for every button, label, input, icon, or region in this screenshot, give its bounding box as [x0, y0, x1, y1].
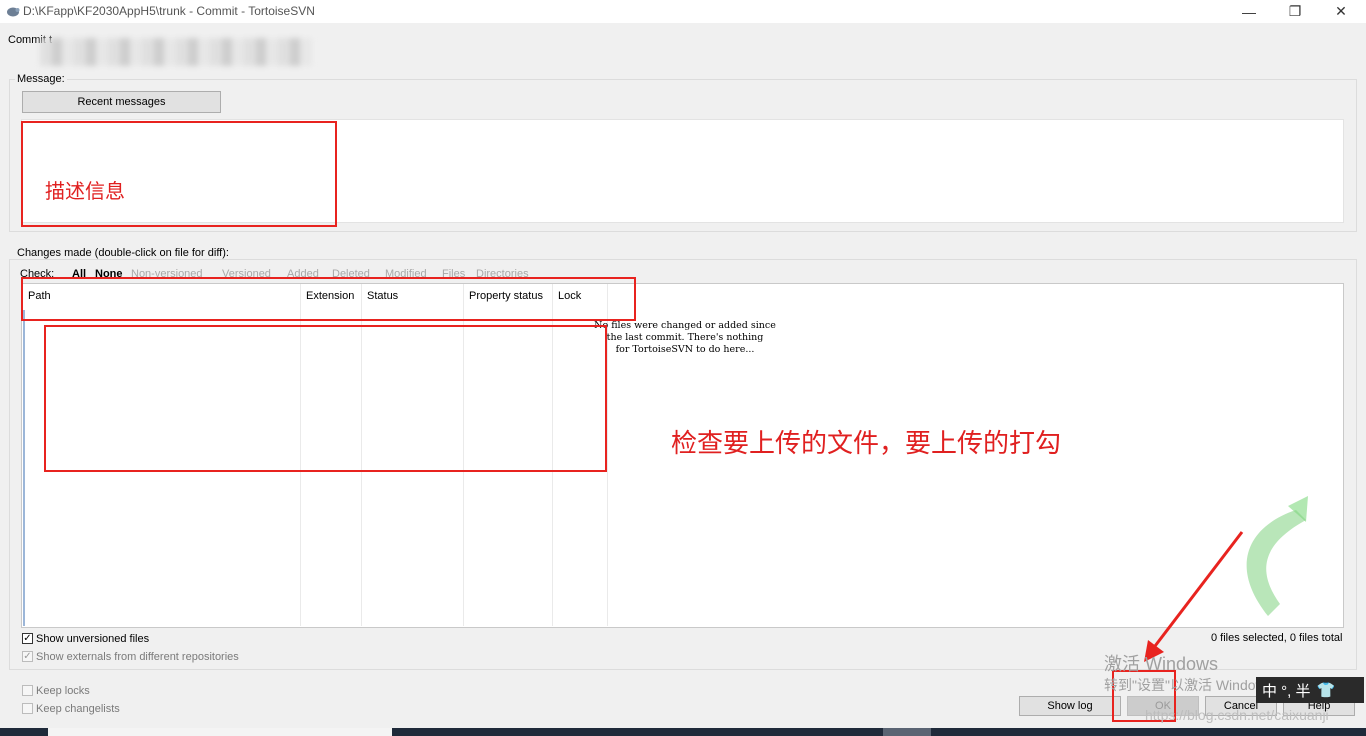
keep-changelists-checkbox[interactable] — [22, 703, 33, 714]
taskbar-app-button[interactable] — [883, 728, 931, 736]
ime-skin-icon: 👕 — [1316, 682, 1336, 699]
show-externals-label: Show externals from different repositori… — [36, 651, 239, 663]
show-unversioned-checkbox[interactable]: ✓ — [22, 633, 33, 644]
keep-changelists-label: Keep changelists — [36, 703, 120, 715]
annotation-box-headers — [21, 277, 636, 321]
annotation-text-files: 检查要上传的文件，要上传的打勾 — [671, 428, 1062, 458]
red-pointer-arrow-icon — [1144, 531, 1244, 662]
annotation-box-message — [21, 121, 337, 227]
commit-url-blurred — [40, 38, 312, 66]
ime-status-text: 中 °, 半 — [1262, 682, 1311, 700]
minimize-button[interactable]: — — [1226, 0, 1272, 23]
restore-button[interactable]: ❐ — [1272, 0, 1318, 23]
show-unversioned-label: Show unversioned files — [36, 633, 150, 645]
keep-locks-label: Keep locks — [36, 685, 90, 697]
taskbar-search-box[interactable] — [48, 728, 392, 736]
blog-watermark: https://blog.csdn.net/caixuanji — [1145, 707, 1329, 723]
tortoisesvn-app-icon — [7, 7, 20, 17]
annotation-text-message: 描述信息 — [45, 181, 125, 203]
show-log-button[interactable]: Show log — [1019, 696, 1121, 716]
changes-group-label: Changes made (double-click on file for d… — [15, 247, 231, 259]
window-title: D:\KFapp\KF2030AppH5\trunk - Commit - To… — [23, 4, 315, 18]
keep-locks-checkbox[interactable] — [22, 685, 33, 696]
list-scroll-indicator — [23, 310, 25, 626]
windows-activation-title: 激活 Windows — [1104, 654, 1219, 674]
show-externals-checkbox[interactable]: ✓ — [22, 651, 33, 662]
annotation-box-files — [44, 325, 607, 472]
message-group-label: Message: — [15, 73, 67, 85]
ime-status-bar[interactable]: 中 °, 半 👕 — [1256, 677, 1364, 703]
close-button[interactable]: ✕ — [1318, 0, 1364, 23]
recent-messages-button[interactable]: Recent messages — [22, 91, 221, 113]
